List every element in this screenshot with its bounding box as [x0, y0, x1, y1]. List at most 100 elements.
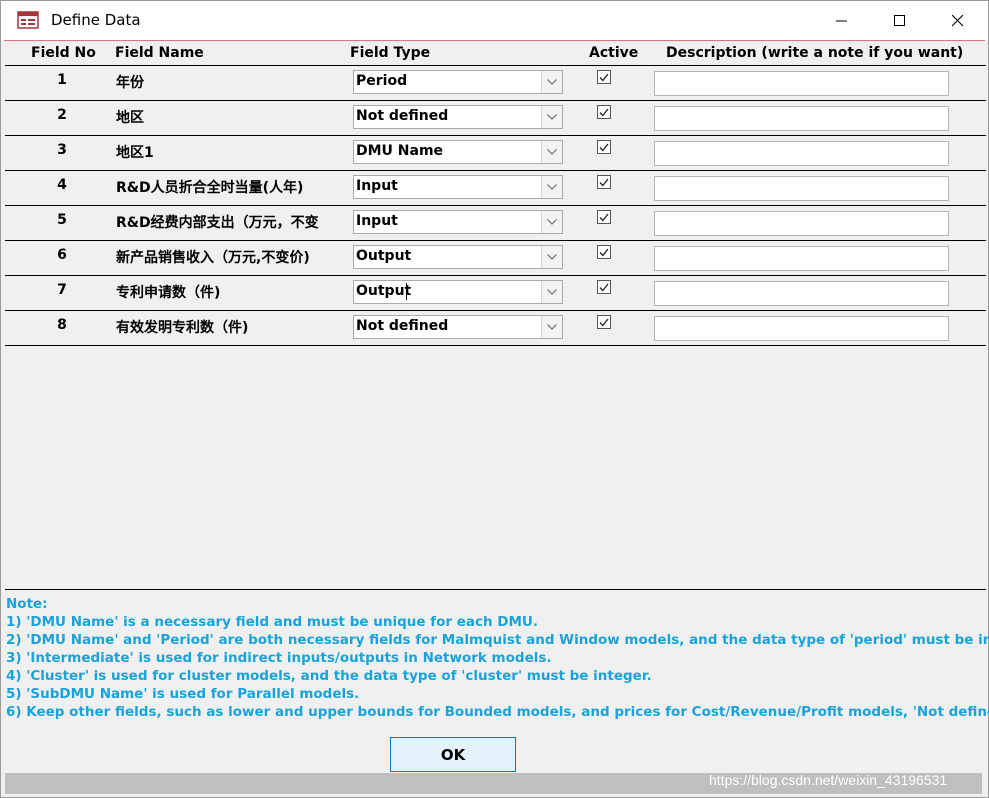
field-name: R&D经费内部支出（万元，不变 [116, 215, 319, 231]
description-input[interactable] [654, 246, 949, 271]
chevron-down-icon [547, 219, 557, 225]
dropdown-button[interactable] [541, 71, 562, 93]
dropdown-button[interactable] [541, 211, 562, 233]
note-line: 3) 'Intermediate' is used for indirect i… [6, 650, 552, 666]
field-type-select[interactable]: DMU Name [353, 140, 563, 164]
field-name: 有效发明专利数（件) [116, 320, 249, 336]
minimize-icon [836, 20, 847, 21]
dropdown-button[interactable] [541, 106, 562, 128]
active-checkbox[interactable] [597, 175, 611, 189]
active-checkbox[interactable] [597, 210, 611, 224]
dropdown-button[interactable] [541, 246, 562, 268]
active-checkbox[interactable] [597, 245, 611, 259]
title-divider [4, 40, 985, 41]
field-no: 1 [57, 72, 67, 88]
chevron-down-icon [547, 79, 557, 85]
checkmark-icon [599, 178, 609, 186]
note-line: 2) 'DMU Name' and 'Period' are both nece… [6, 632, 989, 648]
checkmark-icon [599, 248, 609, 256]
description-input[interactable] [654, 211, 949, 236]
active-checkbox[interactable] [597, 140, 611, 154]
chevron-down-icon [547, 114, 557, 120]
define-data-window: Define Data Field No Field Name Field Ty… [0, 0, 989, 798]
maximize-icon [894, 14, 905, 26]
field-type-select[interactable]: Input [353, 210, 563, 234]
close-button[interactable] [929, 1, 987, 40]
chevron-down-icon [547, 324, 557, 330]
dropdown-button[interactable] [541, 316, 562, 338]
checkmark-icon [599, 213, 609, 221]
active-checkbox[interactable] [597, 105, 611, 119]
note-line: 6) Keep other fields, such as lower and … [6, 704, 989, 720]
active-checkbox[interactable] [597, 280, 611, 294]
header-field-no: Field No [31, 45, 96, 61]
field-type-select[interactable]: Not defined [353, 105, 563, 129]
table-row: 3 地区1 DMU Name [5, 135, 986, 171]
minimize-button[interactable] [813, 1, 871, 40]
field-type-value: Input [356, 213, 398, 229]
active-checkbox[interactable] [597, 315, 611, 329]
field-type-value: Not defined [356, 318, 449, 334]
field-name: 年份 [116, 75, 144, 91]
field-type-select[interactable]: Output [353, 245, 563, 269]
note-title: Note: [6, 596, 48, 612]
note-line: 4) 'Cluster' is used for cluster models,… [6, 668, 652, 684]
form-icon [17, 11, 39, 29]
window-title: Define Data [51, 11, 141, 29]
dropdown-button[interactable] [541, 281, 562, 303]
checkmark-icon [599, 318, 609, 326]
header-field-name: Field Name [115, 45, 204, 61]
header-description: Description (write a note if you want) [666, 45, 964, 61]
field-name: R&D人员折合全时当量(人年) [116, 180, 304, 196]
table-row: 6 新产品销售收入（万元,不变价) Output [5, 240, 986, 276]
notes-divider [5, 589, 986, 590]
description-input[interactable] [654, 316, 949, 341]
field-type-select[interactable]: Output [353, 280, 563, 304]
field-no: 6 [57, 247, 67, 263]
dropdown-button[interactable] [541, 176, 562, 198]
table-row: 5 R&D经费内部支出（万元，不变 Input [5, 205, 986, 241]
table-bottom-border [5, 345, 986, 346]
table-row: 1 年份 Period [5, 65, 986, 101]
note-line: 5) 'SubDMU Name' is used for Parallel mo… [6, 686, 360, 702]
field-type-value: Output [356, 248, 412, 264]
table-row: 4 R&D人员折合全时当量(人年) Input [5, 170, 986, 206]
field-type-value: Period [356, 73, 408, 89]
maximize-button[interactable] [871, 1, 929, 40]
description-input[interactable] [654, 176, 949, 201]
field-no: 8 [57, 317, 67, 333]
field-no: 2 [57, 107, 67, 123]
text-cursor [406, 283, 407, 300]
field-type-value: Output [356, 283, 412, 299]
field-type-select[interactable]: Input [353, 175, 563, 199]
table-row: 2 地区 Not defined [5, 100, 986, 136]
description-input[interactable] [654, 106, 949, 131]
watermark-text: https://blog.csdn.net/weixin_43196531 [709, 772, 948, 788]
dropdown-button[interactable] [541, 141, 562, 163]
description-input[interactable] [654, 281, 949, 306]
field-type-select[interactable]: Not defined [353, 315, 563, 339]
field-type-select[interactable]: Period [353, 70, 563, 94]
field-type-value: Not defined [356, 108, 449, 124]
chevron-down-icon [547, 289, 557, 295]
ok-button[interactable]: OK [390, 737, 516, 772]
note-line: 1) 'DMU Name' is a necessary field and m… [6, 614, 539, 630]
dialog-content: Field No Field Name Field Type Active De… [1, 40, 989, 797]
title-bar: Define Data [1, 1, 988, 40]
checkmark-icon [599, 73, 609, 81]
field-type-value: Input [356, 178, 398, 194]
chevron-down-icon [547, 254, 557, 260]
checkmark-icon [599, 283, 609, 291]
close-icon [952, 14, 964, 26]
description-input[interactable] [654, 71, 949, 96]
field-no: 7 [57, 282, 67, 298]
chevron-down-icon [547, 184, 557, 190]
table-row: 8 有效发明专利数（件) Not defined [5, 310, 986, 346]
description-input[interactable] [654, 141, 949, 166]
field-name: 地区1 [116, 145, 154, 161]
active-checkbox[interactable] [597, 70, 611, 84]
field-no: 4 [57, 177, 67, 193]
table-row: 7 专利申请数（件) Output [5, 275, 986, 311]
header-active: Active [589, 45, 639, 61]
field-name: 专利申请数（件) [116, 285, 221, 301]
